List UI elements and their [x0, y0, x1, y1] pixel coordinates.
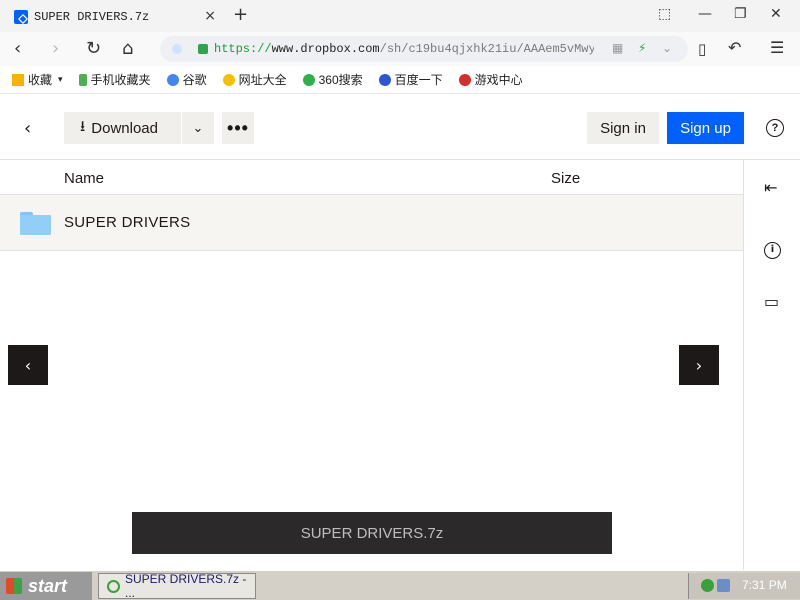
browser-tab-strip: SUPER DRIVERS.7z × + ⬚ — ❐ ✕: [0, 0, 800, 32]
back-chevron-icon[interactable]: ‹: [24, 118, 31, 139]
taskbar-task-browser[interactable]: SUPER DRIVERS.7z - ...: [98, 572, 256, 600]
help-icon[interactable]: ?: [766, 119, 784, 137]
reload-icon[interactable]: ↻: [86, 38, 101, 59]
clock[interactable]: 7:31 PM: [742, 578, 787, 592]
bolt-icon[interactable]: ⚡: [638, 41, 646, 55]
bookmark-item[interactable]: 手机收藏夹: [78, 71, 151, 88]
dropbox-toolbar: ‹ ⭳ Download ⌄ ••• Sign in Sign up ?: [0, 96, 800, 160]
bookmark-item[interactable]: 游戏中心: [458, 71, 523, 88]
bookmark-item[interactable]: 360搜索: [302, 71, 363, 88]
minimize-icon[interactable]: —: [698, 6, 712, 22]
file-name-bar: SUPER DRIVERS.7z: [132, 512, 612, 554]
screen: SUPER DRIVERS.7z × + ⬚ — ❐ ✕ ‹ › ↻ ⌂ htt…: [0, 0, 800, 600]
previous-file-button[interactable]: ‹: [8, 345, 48, 385]
bookmark-item[interactable]: 网址大全: [222, 71, 287, 88]
back-icon[interactable]: ‹: [14, 38, 21, 59]
start-button[interactable]: start: [0, 572, 92, 600]
bookmarks-bar: 收藏 ▾ 手机收藏夹 谷歌 网址大全 360搜索 百度一下 游戏中心: [0, 66, 800, 94]
url-text[interactable]: https://www.dropbox.com/sh/c19bu4qjxhk21…: [214, 42, 594, 56]
site-info-icon[interactable]: [172, 44, 182, 54]
grid-icon[interactable]: ▦: [612, 41, 623, 55]
undo-icon[interactable]: ↶: [728, 38, 741, 57]
sign-up-button[interactable]: Sign up: [667, 112, 744, 144]
tab-title: SUPER DRIVERS.7z: [34, 10, 150, 24]
reader-icon[interactable]: ▯: [698, 40, 706, 58]
taskbar: start SUPER DRIVERS.7z - ... 7:31 PM: [0, 570, 800, 600]
browser-nav-bar: ‹ › ↻ ⌂ https://www.dropbox.com/sh/c19bu…: [0, 32, 800, 66]
windows-logo-icon: [6, 578, 22, 594]
download-label: Download: [91, 119, 158, 137]
browser-icon: [107, 580, 120, 593]
info-icon[interactable]: i: [764, 242, 781, 259]
chevron-down-icon: ⌄: [192, 120, 204, 136]
site-icon: [222, 73, 235, 86]
phone-icon: [78, 73, 87, 86]
column-name-header[interactable]: Name: [64, 170, 104, 187]
new-tab-button[interactable]: +: [233, 4, 248, 25]
column-size-header[interactable]: Size: [551, 170, 580, 187]
google-icon: [166, 73, 179, 86]
window-close-icon[interactable]: ✕: [770, 6, 782, 22]
search-360-icon: [302, 73, 315, 86]
chevron-left-icon: ‹: [24, 355, 32, 375]
forward-icon[interactable]: ›: [52, 38, 59, 59]
side-panel: ⇤ i ▭: [743, 160, 800, 570]
address-bar[interactable]: https://www.dropbox.com/sh/c19bu4qjxhk21…: [160, 36, 688, 62]
collapse-panel-icon[interactable]: ⇤: [764, 178, 777, 197]
download-button[interactable]: ⭳ Download: [64, 112, 181, 144]
chevron-down-icon[interactable]: ⌄: [662, 41, 672, 55]
tray-network-icon[interactable]: [717, 579, 730, 592]
download-icon: ⭳: [80, 116, 86, 135]
sign-in-button[interactable]: Sign in: [587, 112, 659, 144]
tab-close-icon[interactable]: ×: [204, 8, 216, 24]
game-center-icon: [458, 73, 471, 86]
bookmark-item[interactable]: 谷歌: [166, 71, 207, 88]
star-icon: [12, 73, 24, 86]
menu-icon[interactable]: ☰: [770, 38, 784, 57]
folder-icon: [20, 212, 51, 235]
next-file-button[interactable]: ›: [679, 345, 719, 385]
baidu-paw-icon: [378, 73, 391, 86]
browser-tab[interactable]: SUPER DRIVERS.7z ×: [8, 4, 222, 30]
home-icon[interactable]: ⌂: [122, 38, 133, 59]
lock-icon: [198, 44, 208, 54]
comment-icon[interactable]: ▭: [764, 292, 779, 311]
download-options-button[interactable]: ⌄: [182, 112, 214, 144]
chevron-right-icon: ›: [695, 355, 703, 375]
maximize-icon[interactable]: ❐: [734, 6, 747, 22]
shirt-icon[interactable]: ⬚: [658, 6, 671, 22]
list-item[interactable]: SUPER DRIVERS: [0, 195, 743, 251]
tray-browser-icon[interactable]: [701, 579, 714, 592]
bookmark-item[interactable]: 百度一下: [378, 71, 443, 88]
file-list: Name Size SUPER DRIVERS: [0, 160, 743, 570]
dropbox-favicon-icon: [14, 10, 28, 24]
more-options-button[interactable]: •••: [222, 112, 254, 144]
list-header: Name Size: [0, 160, 743, 195]
bookmark-item[interactable]: 收藏 ▾: [12, 71, 63, 88]
file-name: SUPER DRIVERS: [64, 214, 191, 231]
